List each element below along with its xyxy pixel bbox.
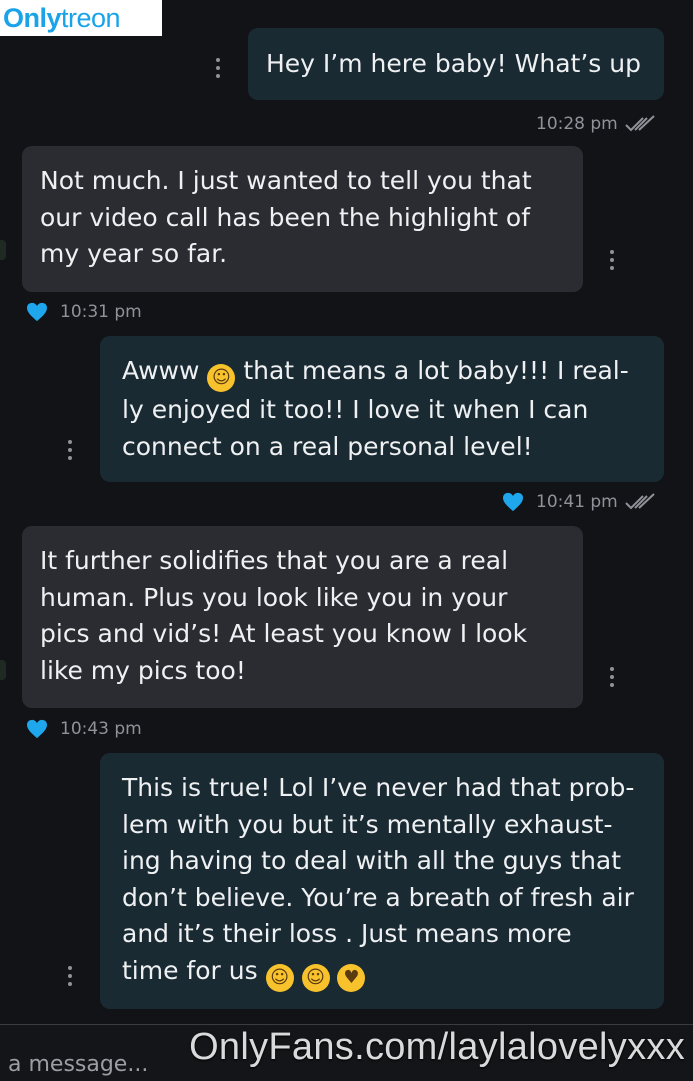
message-line: connect on a real personal level! (122, 431, 533, 461)
smiling-face-with-hearts-emoji: ☺ (207, 364, 236, 392)
message-text: It further solidifies that you are a rea… (40, 546, 528, 685)
message-text: Hey I’m here baby! What’s up (266, 49, 641, 78)
message-line: ly enjoyed it too!! I love it when I can (122, 395, 589, 424)
message-options-icon[interactable] (67, 440, 73, 460)
message-time: 10:28 pm (536, 114, 618, 134)
message-time: 10:41 pm (536, 492, 618, 512)
message-bubble-sent[interactable]: This is true! Lol I’ve never had that pr… (100, 753, 664, 1009)
watermark: OnlyFans.com/laylalovelyxxx (189, 1026, 685, 1068)
message-line: This is true! Lol I’ve never had that pr… (122, 773, 635, 802)
heart-eyes-cat-emoji: ♥ (337, 963, 366, 992)
message-options-icon[interactable] (609, 250, 615, 270)
message-text: that means a lot baby!!! I real- (243, 356, 629, 385)
heart-icon[interactable] (26, 719, 48, 739)
message-text: Not much. I just wanted to tell you that… (40, 166, 532, 268)
message-meta: 10:43 pm (26, 719, 142, 739)
message-bubble-received[interactable]: It further solidifies that you are a rea… (22, 526, 583, 708)
onlytreon-logo: Only treon (0, 0, 162, 36)
message-input[interactable]: a message... (8, 1052, 148, 1077)
avatar (0, 660, 6, 680)
message-time: 10:31 pm (60, 302, 142, 322)
message-options-icon[interactable] (67, 966, 73, 986)
heart-icon[interactable] (502, 492, 524, 512)
message-meta: 10:41 pm (502, 492, 658, 512)
message-line: ing having to deal with all the guys tha… (122, 846, 622, 875)
message-text: time for us (122, 955, 258, 985)
message-meta: 10:31 pm (26, 302, 142, 322)
heart-icon[interactable] (26, 302, 48, 322)
message-line: and it’s their loss . Just means more (122, 919, 572, 948)
double-check-icon (625, 115, 655, 132)
message-line: time for us ☺ ☺ ♥ (122, 953, 646, 992)
message-bubble-received[interactable]: Not much. I just wanted to tell you that… (22, 146, 583, 292)
logo-part-treon: treon (61, 2, 121, 33)
message-bubble-sent[interactable]: Awww ☺ that means a lot baby!!! I real- … (100, 336, 664, 482)
message-time: 10:43 pm (60, 719, 142, 739)
message-line: lem with you but it’s mentally exhaust- (122, 809, 613, 839)
message-meta: 10:28 pm (536, 114, 658, 134)
message-line: Awww ☺ that means a lot baby!!! I real- (122, 353, 646, 392)
message-options-icon[interactable] (609, 667, 615, 687)
message-text: Awww (122, 356, 200, 385)
message-bubble-sent[interactable]: Hey I’m here baby! What’s up (248, 28, 664, 100)
smiling-face-emoji: ☺ (265, 963, 294, 992)
double-check-icon (625, 493, 655, 510)
smiling-face-with-smiling-eyes-emoji: ☺ (301, 963, 330, 992)
logo-part-only: Only (3, 2, 62, 33)
message-line: don’t believe. You’re a breath of fresh … (122, 882, 634, 912)
message-options-icon[interactable] (215, 58, 221, 78)
avatar (0, 240, 6, 260)
